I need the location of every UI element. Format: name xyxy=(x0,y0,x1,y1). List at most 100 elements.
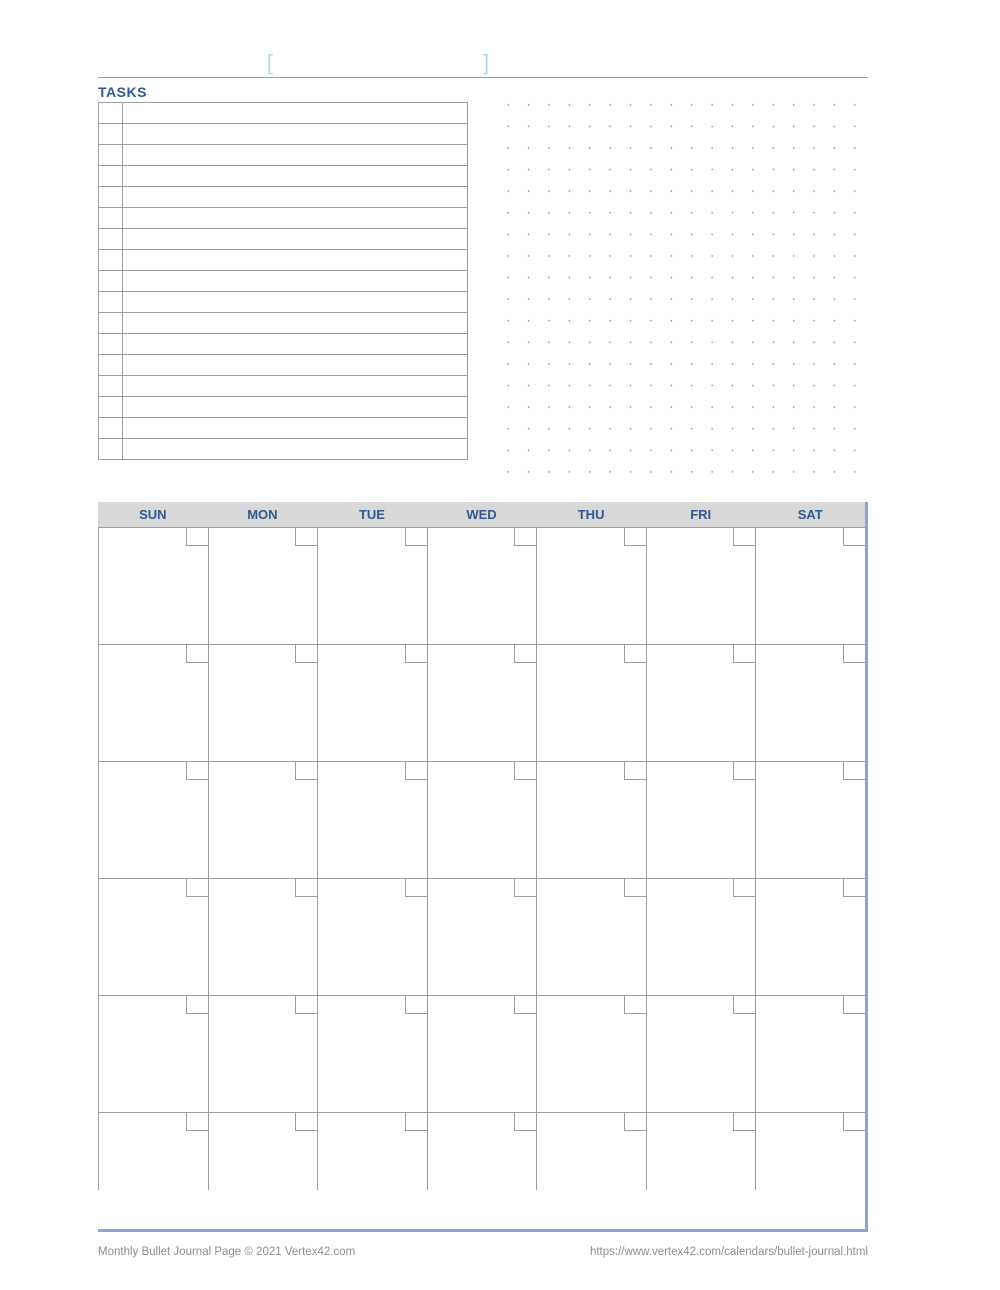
calendar-day-cell[interactable] xyxy=(208,995,318,1112)
task-text-cell[interactable] xyxy=(123,187,468,208)
task-checkbox-cell[interactable] xyxy=(99,355,123,376)
task-text-cell[interactable] xyxy=(123,334,468,355)
calendar-day-cell[interactable] xyxy=(755,995,865,1112)
task-row xyxy=(99,145,468,166)
calendar-day-header: THU xyxy=(536,502,646,527)
day-number-box xyxy=(843,528,865,546)
task-checkbox-cell[interactable] xyxy=(99,208,123,229)
task-text-cell[interactable] xyxy=(123,124,468,145)
task-checkbox-cell[interactable] xyxy=(99,397,123,418)
calendar-day-cell[interactable] xyxy=(427,1112,537,1190)
calendar-day-cell[interactable] xyxy=(98,644,208,761)
task-text-cell[interactable] xyxy=(123,229,468,250)
calendar-day-cell[interactable] xyxy=(98,1112,208,1190)
day-number-box xyxy=(843,645,865,663)
calendar-day-cell[interactable] xyxy=(646,1112,756,1190)
task-text-cell[interactable] xyxy=(123,313,468,334)
calendar-day-cell[interactable] xyxy=(427,644,537,761)
day-number-box xyxy=(843,1113,865,1131)
calendar-day-cell[interactable] xyxy=(646,878,756,995)
calendar-day-cell[interactable] xyxy=(646,527,756,644)
day-number-box xyxy=(405,645,427,663)
calendar-day-cell[interactable] xyxy=(317,878,427,995)
task-text-cell[interactable] xyxy=(123,355,468,376)
calendar-day-cell[interactable] xyxy=(98,995,208,1112)
calendar-body xyxy=(98,527,865,1229)
day-number-box xyxy=(843,762,865,780)
task-text-cell[interactable] xyxy=(123,397,468,418)
calendar-day-cell[interactable] xyxy=(427,995,537,1112)
task-text-cell[interactable] xyxy=(123,439,468,460)
task-checkbox-cell[interactable] xyxy=(99,292,123,313)
calendar-day-cell[interactable] xyxy=(317,1112,427,1190)
calendar-day-cell[interactable] xyxy=(536,995,646,1112)
day-number-box xyxy=(733,645,755,663)
day-number-box xyxy=(624,528,646,546)
calendar-day-cell[interactable] xyxy=(208,644,318,761)
task-checkbox-cell[interactable] xyxy=(99,229,123,250)
task-text-cell[interactable] xyxy=(123,166,468,187)
task-text-cell[interactable] xyxy=(123,208,468,229)
calendar-day-cell[interactable] xyxy=(98,878,208,995)
day-number-box xyxy=(186,645,208,663)
task-checkbox-cell[interactable] xyxy=(99,124,123,145)
task-text-cell[interactable] xyxy=(123,418,468,439)
day-number-box xyxy=(733,762,755,780)
day-number-box xyxy=(624,762,646,780)
calendar-week-row xyxy=(98,644,865,761)
task-text-cell[interactable] xyxy=(123,292,468,313)
task-text-cell[interactable] xyxy=(123,376,468,397)
calendar-day-cell[interactable] xyxy=(208,761,318,878)
calendar-day-cell[interactable] xyxy=(427,761,537,878)
task-text-cell[interactable] xyxy=(123,250,468,271)
task-text-cell[interactable] xyxy=(123,271,468,292)
calendar-day-cell[interactable] xyxy=(755,761,865,878)
day-number-box xyxy=(624,1113,646,1131)
task-checkbox-cell[interactable] xyxy=(99,439,123,460)
calendar-day-cell[interactable] xyxy=(536,761,646,878)
calendar-day-cell[interactable] xyxy=(317,527,427,644)
task-checkbox-cell[interactable] xyxy=(99,376,123,397)
calendar-day-cell[interactable] xyxy=(427,878,537,995)
calendar-day-cell[interactable] xyxy=(208,878,318,995)
calendar-day-cell[interactable] xyxy=(755,878,865,995)
task-checkbox-cell[interactable] xyxy=(99,334,123,355)
calendar-day-cell[interactable] xyxy=(536,644,646,761)
task-checkbox-cell[interactable] xyxy=(99,250,123,271)
task-checkbox-cell[interactable] xyxy=(99,166,123,187)
task-row xyxy=(99,334,468,355)
task-checkbox-cell[interactable] xyxy=(99,313,123,334)
calendar-day-cell[interactable] xyxy=(427,527,537,644)
calendar-day-cell[interactable] xyxy=(646,761,756,878)
calendar-day-cell[interactable] xyxy=(536,527,646,644)
calendar-day-cell[interactable] xyxy=(317,761,427,878)
day-number-box xyxy=(733,996,755,1014)
calendar-day-cell[interactable] xyxy=(317,644,427,761)
calendar-day-cell[interactable] xyxy=(317,995,427,1112)
task-checkbox-cell[interactable] xyxy=(99,271,123,292)
day-number-box xyxy=(295,1113,317,1131)
task-checkbox-cell[interactable] xyxy=(99,418,123,439)
calendar-day-cell[interactable] xyxy=(755,1112,865,1190)
calendar-day-cell[interactable] xyxy=(646,995,756,1112)
task-checkbox-cell[interactable] xyxy=(99,187,123,208)
footer-url: https://www.vertex42.com/calendars/bulle… xyxy=(590,1246,868,1258)
bracket-left: [ xyxy=(267,50,483,75)
calendar-day-cell[interactable] xyxy=(755,527,865,644)
calendar-day-cell[interactable] xyxy=(755,644,865,761)
calendar-day-cell[interactable] xyxy=(536,878,646,995)
calendar-day-cell[interactable] xyxy=(208,1112,318,1190)
day-number-box xyxy=(624,879,646,897)
calendar-day-cell[interactable] xyxy=(646,644,756,761)
calendar-day-cell[interactable] xyxy=(208,527,318,644)
task-text-cell[interactable] xyxy=(123,145,468,166)
task-checkbox-cell[interactable] xyxy=(99,103,123,124)
calendar-day-cell[interactable] xyxy=(98,527,208,644)
task-text-cell[interactable] xyxy=(123,103,468,124)
day-number-box xyxy=(186,1113,208,1131)
calendar-week-row xyxy=(98,995,865,1112)
calendar-day-cell[interactable] xyxy=(536,1112,646,1190)
task-checkbox-cell[interactable] xyxy=(99,145,123,166)
task-row xyxy=(99,439,468,460)
calendar-day-cell[interactable] xyxy=(98,761,208,878)
